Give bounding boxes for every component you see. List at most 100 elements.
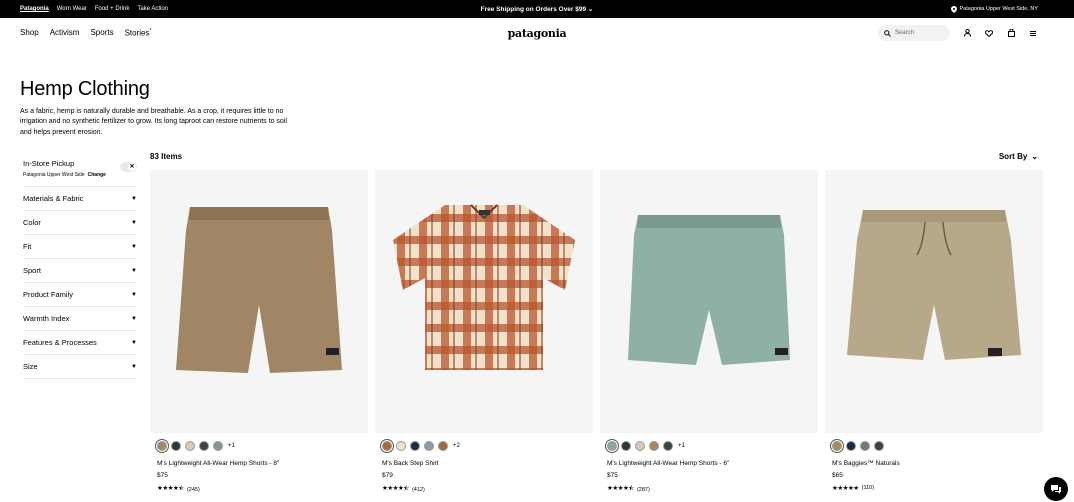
filter-fit[interactable]: Fit ▼ <box>23 235 137 259</box>
filter-sport[interactable]: Sport ▼ <box>23 259 137 283</box>
filter-color[interactable]: Color ▼ <box>23 211 137 235</box>
rating-stars: ★★★★⯪ <box>157 485 184 492</box>
nav-shop[interactable]: Shop <box>20 28 39 38</box>
page-description: As a fabric, hemp is naturally durable a… <box>20 108 287 136</box>
filter-warmth-index[interactable]: Warmth Index ▼ <box>23 307 137 331</box>
more-colors[interactable]: +2 <box>453 443 460 449</box>
chevron-down-icon: ▼ <box>131 219 137 226</box>
close-icon: ✕ <box>128 163 136 171</box>
more-colors[interactable]: +1 <box>678 443 685 449</box>
product-card[interactable]: +1 M's Lightweight All-Wear Hemp Shorts … <box>150 170 368 495</box>
product-name[interactable]: M's Baggies™ Naturals <box>825 460 1043 467</box>
shipping-promo-text: Free Shipping on Orders Over $99 <box>480 6 587 13</box>
product-rating: ★★★★⯪ (412) <box>375 484 593 495</box>
search-input[interactable]: Search <box>878 25 950 41</box>
review-count: (245) <box>186 486 200 493</box>
in-store-pickup: In-Store Pickup Patagonia Upper West Sid… <box>23 155 137 187</box>
color-swatch[interactable] <box>846 441 856 451</box>
chat-button[interactable] <box>1044 477 1068 501</box>
color-swatch[interactable] <box>621 441 631 451</box>
product-card[interactable]: +1 M's Lightweight All-Wear Hemp Shorts … <box>600 170 818 495</box>
sort-dropdown[interactable]: Sort By ⌄ <box>999 152 1038 161</box>
product-price: $65 <box>832 472 843 479</box>
review-count: (287) <box>636 486 650 493</box>
filter-label: Fit <box>23 242 32 251</box>
filter-materials-fabric[interactable]: Materials & Fabric ▼ <box>23 187 137 211</box>
color-swatch[interactable] <box>874 441 884 451</box>
color-swatch[interactable] <box>171 441 181 451</box>
filter-label: Sport <box>23 266 41 275</box>
nav-stories[interactable]: Stories* <box>125 28 152 38</box>
item-count: 83 Items <box>150 152 183 161</box>
color-swatch[interactable] <box>410 441 420 451</box>
filter-sidebar: In-Store Pickup Patagonia Upper West Sid… <box>23 155 137 379</box>
store-selector[interactable]: Patagonia Upper West Side, NY <box>950 5 1038 13</box>
nav-activism[interactable]: Activism <box>50 28 80 38</box>
more-colors[interactable]: +1 <box>228 443 235 449</box>
filter-features-processes[interactable]: Features & Processes ▼ <box>23 331 137 355</box>
chevron-down-icon: ⌄ <box>587 6 594 13</box>
product-name[interactable]: M's Lightweight All-Wear Hemp Shorts - 8… <box>150 460 368 467</box>
review-count: (110) <box>861 485 875 491</box>
nav-stories-mark: * <box>149 28 152 35</box>
product-image[interactable] <box>150 170 368 433</box>
chevron-down-icon: ▼ <box>131 291 137 298</box>
color-swatch[interactable] <box>424 441 434 451</box>
color-swatch[interactable] <box>860 441 870 451</box>
product-rating: ★★★★⯪ (245) <box>150 484 368 495</box>
product-card[interactable]: M's Baggies™ Naturals $65 ★★★★★ (110) <box>825 170 1043 495</box>
color-swatch[interactable] <box>185 441 195 451</box>
rating-stars: ★★★★⯪ <box>607 485 634 492</box>
location-pin-icon <box>950 5 957 13</box>
chat-icon <box>1051 485 1061 494</box>
color-swatch[interactable] <box>157 441 167 451</box>
chevron-down-icon: ▼ <box>131 315 137 322</box>
store-name: Patagonia Upper West Side, NY <box>959 6 1038 12</box>
product-image[interactable] <box>825 170 1043 433</box>
product-name[interactable]: M's Back Step Shirt <box>375 460 593 467</box>
color-swatches <box>825 441 1043 451</box>
chevron-down-icon: ▼ <box>131 339 137 346</box>
color-swatch[interactable] <box>635 441 645 451</box>
filter-label: Size <box>23 362 38 371</box>
product-name[interactable]: M's Lightweight All-Wear Hemp Shorts - 6… <box>600 460 818 467</box>
color-swatch[interactable] <box>213 441 223 451</box>
product-rating: ★★★★⯪ (287) <box>600 484 818 495</box>
search-placeholder: Search <box>895 30 915 36</box>
filter-product-family[interactable]: Product Family ▼ <box>23 283 137 307</box>
nav-sports[interactable]: Sports <box>90 28 113 38</box>
color-swatch[interactable] <box>663 441 673 451</box>
shipping-promo[interactable]: Free Shipping on Orders Over $99 ⌄ <box>0 5 1074 13</box>
product-price: $75 <box>157 472 168 479</box>
menu-icon[interactable] <box>1028 28 1038 38</box>
filter-label: Warmth Index <box>23 314 70 323</box>
color-swatches: +1 <box>150 441 368 451</box>
product-image[interactable] <box>375 170 593 433</box>
color-swatch[interactable] <box>396 441 406 451</box>
rating-stars: ★★★★★ <box>832 485 859 492</box>
product-card[interactable]: +2 M's Back Step Shirt $79 ★★★★⯪ (412) <box>375 170 593 495</box>
rating-stars: ★★★★⯪ <box>382 485 409 492</box>
cart-icon[interactable] <box>1006 28 1016 38</box>
filter-label: Materials & Fabric <box>23 194 84 203</box>
filter-size[interactable]: Size ▼ <box>23 355 137 379</box>
pickup-change-link[interactable]: Change <box>88 172 106 178</box>
color-swatch[interactable] <box>199 441 209 451</box>
color-swatches: +2 <box>375 441 593 451</box>
color-swatch[interactable] <box>382 441 392 451</box>
product-price: $75 <box>607 472 618 479</box>
pickup-toggle[interactable]: ✕ <box>120 162 137 172</box>
color-swatch[interactable] <box>832 441 842 451</box>
top-banner: Patagonia Worn Wear Food + Drink Take Ac… <box>0 0 1074 18</box>
color-swatch[interactable] <box>607 441 617 451</box>
heart-icon[interactable] <box>984 28 994 38</box>
account-icon[interactable] <box>962 28 972 38</box>
color-swatch[interactable] <box>438 441 448 451</box>
review-count: (412) <box>411 486 425 493</box>
color-swatch[interactable] <box>649 441 659 451</box>
sort-label: Sort By <box>998 152 1028 161</box>
chevron-down-icon: ⌄ <box>1031 152 1038 161</box>
product-rating: ★★★★★ (110) <box>825 484 1043 492</box>
filter-label: Features & Processes <box>23 338 97 347</box>
product-image[interactable] <box>600 170 818 433</box>
